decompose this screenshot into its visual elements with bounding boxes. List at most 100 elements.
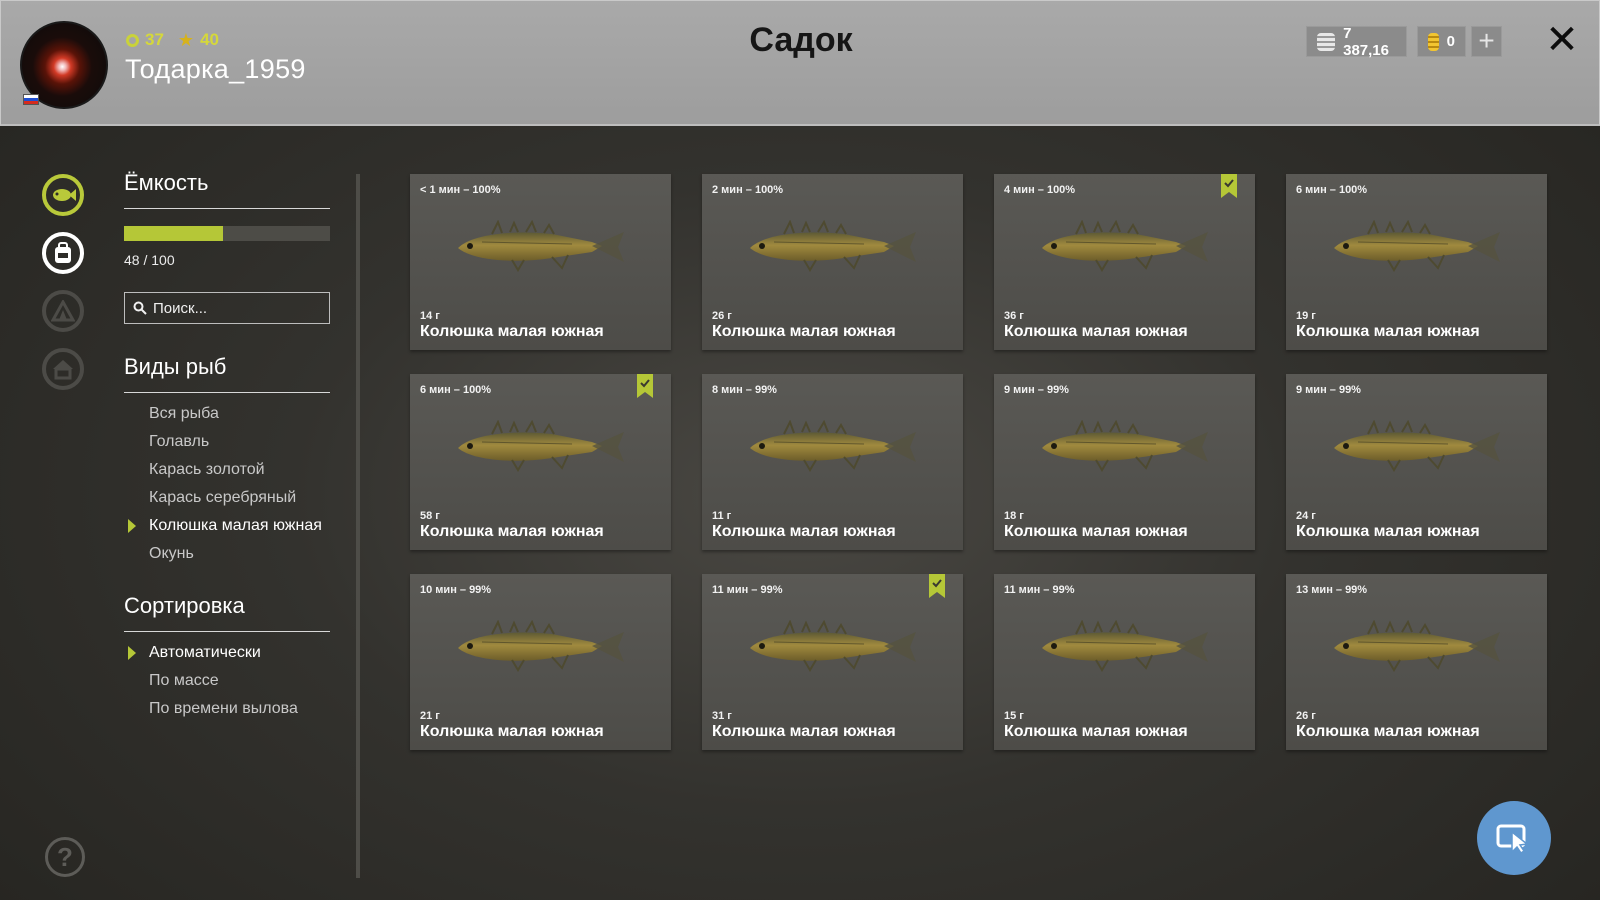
search-field[interactable]	[124, 292, 330, 324]
catch-time: < 1 мин – 100%	[420, 184, 501, 196]
divider	[124, 208, 330, 209]
fish-weight: 15 г	[1004, 710, 1024, 722]
silver-amount: 7 387,16	[1343, 24, 1389, 59]
bookmark-icon[interactable]	[1221, 174, 1237, 198]
fish-name: Колюшка малая южная	[420, 323, 604, 340]
fish-image	[1334, 420, 1500, 472]
fish-weight: 11 г	[712, 510, 732, 522]
fish-card[interactable]: 9 мин – 99% 18 г Колюшка малая южная	[994, 374, 1255, 550]
fish-name: Колюшка малая южная	[712, 523, 896, 540]
fish-name: Колюшка малая южная	[1296, 323, 1480, 340]
fish-card[interactable]: 2 мин – 100% 26 г Колюшка малая южная	[702, 174, 963, 350]
fish-card[interactable]: 13 мин – 99% 26 г Колюшка малая южная	[1286, 574, 1547, 750]
fish-image	[1042, 220, 1208, 272]
player-stats: 37 ★ 40	[126, 30, 219, 50]
capacity-bar	[124, 226, 330, 241]
sorting-list: Автоматически По массе По времени вылова	[124, 644, 330, 718]
species-title: Виды рыб	[124, 354, 227, 379]
silver-coin-icon	[1317, 32, 1336, 51]
catch-time: 6 мин – 100%	[420, 384, 492, 396]
search-input[interactable]	[153, 299, 313, 317]
sort-item[interactable]: Автоматически	[124, 644, 330, 662]
species-item[interactable]: Карась серебряный	[124, 489, 330, 507]
tent-icon[interactable]	[42, 290, 84, 332]
capacity-title: Ёмкость	[124, 170, 209, 195]
fish-weight: 18 г	[1004, 510, 1024, 522]
gold-balance: 0	[1417, 26, 1466, 57]
fish-name: Колюшка малая южная	[1004, 723, 1188, 740]
fish-card[interactable]: 6 мин – 100% 58 г Колюшка малая южная	[410, 374, 671, 550]
catch-time: 9 мин – 99%	[1004, 384, 1069, 396]
divider	[124, 631, 330, 632]
catch-time: 8 мин – 99%	[712, 384, 777, 396]
top-header: 37 ★ 40 Тодарка_1959 Садок 7 387,16 0 + …	[0, 0, 1600, 126]
fish-card[interactable]: < 1 мин – 100% 14 г Колюшка малая южная	[410, 174, 671, 350]
capacity-bar-fill	[124, 226, 223, 241]
help-icon[interactable]: ?	[45, 837, 85, 877]
fish-card[interactable]: 11 мин – 99% 31 г Колюшка малая южная	[702, 574, 963, 750]
fish-card[interactable]: 4 мин – 100% 36 г Колюшка малая южная	[994, 174, 1255, 350]
sort-item[interactable]: По массе	[124, 672, 330, 690]
species-item[interactable]: Колюшка малая южная	[124, 517, 330, 535]
fish-image	[1334, 620, 1500, 672]
add-currency-button[interactable]: +	[1471, 26, 1502, 57]
fish-name: Колюшка малая южная	[420, 523, 604, 540]
fish-image	[458, 620, 624, 672]
bookmark-icon[interactable]	[929, 574, 945, 598]
star-icon: ★	[177, 29, 195, 50]
level-icon	[126, 33, 139, 47]
fish-card[interactable]: 6 мин – 100% 19 г Колюшка малая южная	[1286, 174, 1547, 350]
fish-image	[1334, 220, 1500, 272]
catch-time: 2 мин – 100%	[712, 184, 784, 196]
species-item[interactable]: Голавль	[124, 433, 330, 451]
fish-card[interactable]: 8 мин – 99% 11 г Колюшка малая южная	[702, 374, 963, 550]
fish-image	[1042, 620, 1208, 672]
bookmark-icon[interactable]	[637, 374, 653, 398]
fish-icon[interactable]	[42, 174, 84, 216]
fish-name: Колюшка малая южная	[420, 723, 604, 740]
fish-card[interactable]: 11 мин – 99% 15 г Колюшка малая южная	[994, 574, 1255, 750]
backpack-icon[interactable]	[42, 232, 84, 274]
fish-name: Колюшка малая южная	[1004, 523, 1188, 540]
selected-arrow-icon	[128, 519, 136, 533]
sort-item-label: По массе	[149, 672, 219, 689]
fish-image	[750, 420, 916, 472]
fish-weight: 31 г	[712, 710, 732, 722]
sorting-title: Сортировка	[124, 593, 245, 618]
country-flag-icon	[23, 94, 39, 105]
capacity-count: 48 / 100	[124, 252, 175, 268]
silver-balance: 7 387,16	[1306, 24, 1407, 59]
fish-name: Колюшка малая южная	[712, 323, 896, 340]
fish-image	[1042, 420, 1208, 472]
home-icon[interactable]	[42, 348, 84, 390]
species-item-label: Карась золотой	[149, 461, 265, 478]
catch-time: 4 мин – 100%	[1004, 184, 1076, 196]
close-button[interactable]: ✕	[1541, 19, 1583, 61]
catch-time: 10 мин – 99%	[420, 584, 492, 596]
fish-weight: 36 г	[1004, 310, 1024, 322]
sort-item[interactable]: По времени вылова	[124, 700, 330, 718]
catch-time: 13 мин – 99%	[1296, 584, 1368, 596]
select-mode-button[interactable]	[1477, 801, 1551, 875]
catch-time: 11 мин – 99%	[712, 584, 783, 596]
fish-name: Колюшка малая южная	[1296, 723, 1480, 740]
fish-weight: 14 г	[420, 310, 440, 322]
fish-image	[750, 220, 916, 272]
species-item-label: Окунь	[149, 545, 194, 562]
fish-weight: 26 г	[712, 310, 732, 322]
fish-name: Колюшка малая южная	[1004, 323, 1188, 340]
species-item-label: Голавль	[149, 433, 210, 450]
divider	[124, 392, 330, 393]
page-title: Садок	[749, 21, 853, 59]
species-item[interactable]: Карась золотой	[124, 461, 330, 479]
sort-item-label: По времени вылова	[149, 700, 298, 717]
fish-card[interactable]: 10 мин – 99% 21 г Колюшка малая южная	[410, 574, 671, 750]
fish-image	[458, 220, 624, 272]
species-item[interactable]: Окунь	[124, 545, 330, 563]
sort-item-label: Автоматически	[149, 644, 261, 661]
fish-name: Колюшка малая южная	[1296, 523, 1480, 540]
fish-image	[750, 620, 916, 672]
species-item[interactable]: Вся рыба	[124, 405, 330, 423]
fish-card[interactable]: 9 мин – 99% 24 г Колюшка малая южная	[1286, 374, 1547, 550]
fish-weight: 24 г	[1296, 510, 1316, 522]
